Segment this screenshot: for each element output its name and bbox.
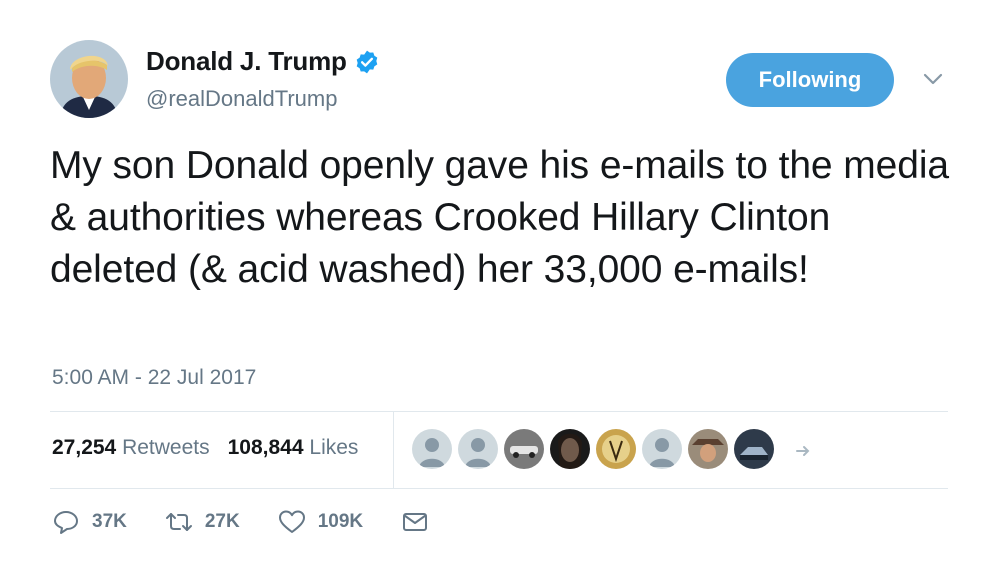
retweets-count: 27,254 <box>52 436 117 459</box>
stats-separator <box>393 412 394 488</box>
retweet-icon <box>165 513 192 531</box>
following-button[interactable]: Following <box>726 53 894 107</box>
envelope-icon <box>403 513 428 531</box>
likes-count: 108,844 <box>227 436 304 459</box>
retweet-count: 27K <box>204 511 240 532</box>
avatar-image <box>50 40 128 118</box>
tweet-actions: 37K 27K 109K <box>52 508 467 536</box>
liker-avatar[interactable] <box>642 429 682 469</box>
tweet-card: Donald J. Trump @realDonaldTrump Followi… <box>0 0 998 568</box>
retweet-button[interactable]: 27K <box>165 508 240 536</box>
retweets-label: Retweets <box>122 436 210 459</box>
liker-avatar[interactable] <box>688 429 728 469</box>
liker-avatar[interactable] <box>504 429 544 469</box>
retweets-stat[interactable]: 27,254 Retweets <box>52 436 210 460</box>
likes-label: Likes <box>309 436 359 459</box>
author-name-line: Donald J. Trump <box>146 46 380 77</box>
liker-avatar[interactable] <box>734 429 774 469</box>
like-count: 109K <box>317 511 364 532</box>
liker-avatar[interactable] <box>458 429 498 469</box>
divider <box>50 411 948 412</box>
liker-avatar[interactable] <box>412 429 452 469</box>
liker-avatar[interactable] <box>550 429 590 469</box>
divider <box>50 488 948 489</box>
reply-count: 37K <box>92 511 127 532</box>
likes-stat[interactable]: 108,844 Likes <box>228 436 359 460</box>
display-name[interactable]: Donald J. Trump <box>146 46 347 77</box>
reply-button[interactable]: 37K <box>52 508 127 536</box>
avatar[interactable] <box>50 40 128 118</box>
likers-avatars <box>412 429 780 469</box>
chevron-down-icon[interactable] <box>922 72 944 86</box>
reply-icon <box>54 511 78 534</box>
like-button[interactable]: 109K <box>278 508 363 536</box>
verified-badge-icon <box>354 49 380 75</box>
arrow-more-icon[interactable] <box>794 444 814 458</box>
heart-icon <box>278 510 305 533</box>
tweet-timestamp[interactable]: 5:00 AM - 22 Jul 2017 <box>52 366 256 390</box>
direct-message-button[interactable] <box>401 508 429 536</box>
tweet-text: My son Donald openly gave his e-mails to… <box>50 144 949 291</box>
tweet-stats: 27,254 Retweets 108,844 Likes <box>52 436 376 460</box>
user-handle[interactable]: @realDonaldTrump <box>146 86 337 112</box>
liker-avatar[interactable] <box>596 429 636 469</box>
